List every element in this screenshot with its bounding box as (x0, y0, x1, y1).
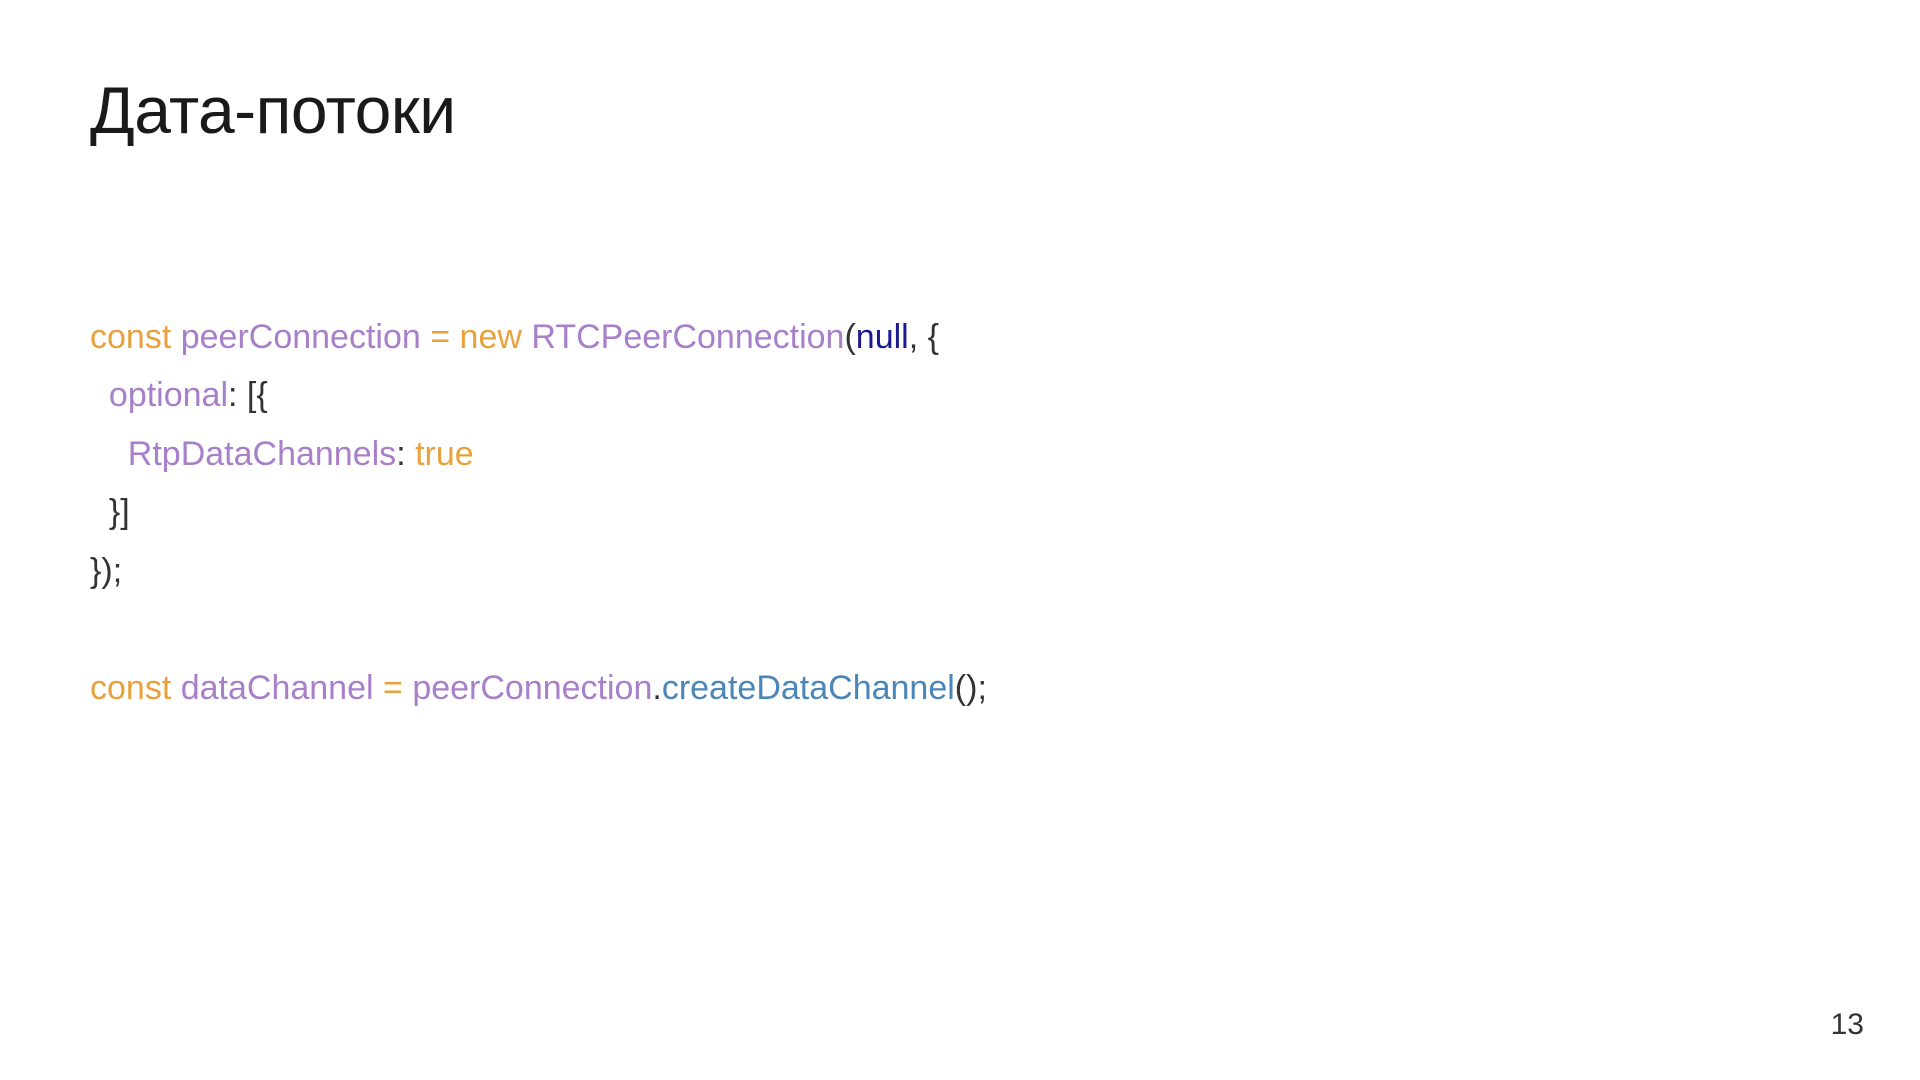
code-line-7: const dataChannel = peerConnection.creat… (90, 669, 987, 707)
token-new: new (460, 318, 522, 356)
code-line-2: optional: [{ (90, 376, 268, 414)
token-bracket: ] (120, 493, 129, 531)
token-class: RTCPeerConnection (531, 318, 844, 356)
token-method: createDataChannel (662, 669, 955, 707)
token-semi: ; (977, 669, 986, 707)
token-bracket: [ (247, 376, 256, 414)
token-variable: dataChannel (181, 669, 374, 707)
code-line-4: }] (90, 493, 130, 531)
code-line-1: const peerConnection = new RTCPeerConnec… (90, 318, 939, 356)
token-paren: ) (101, 552, 112, 590)
token-colon: : (396, 435, 405, 473)
token-const: const (90, 669, 171, 707)
token-null: null (856, 318, 909, 356)
page-number: 13 (1831, 1008, 1864, 1042)
token-const: const (90, 318, 171, 356)
token-comma: , (909, 318, 918, 356)
token-indent (90, 493, 109, 531)
code-block: const peerConnection = new RTCPeerConnec… (90, 308, 1830, 717)
slide-title: Дата-потоки (90, 72, 1830, 148)
token-brace: { (928, 318, 939, 356)
token-dot: . (652, 669, 661, 707)
token-semi: ; (113, 552, 122, 590)
token-paren: ( (955, 669, 966, 707)
code-line-5: }); (90, 552, 122, 590)
code-line-3: RtpDataChannels: true (90, 435, 474, 473)
token-equals: = (430, 318, 450, 356)
token-paren: ( (844, 318, 855, 356)
token-property: optional (109, 376, 228, 414)
token-brace: } (109, 493, 120, 531)
token-indent (90, 376, 109, 414)
token-brace: } (90, 552, 101, 590)
token-indent (90, 435, 128, 473)
token-object: peerConnection (412, 669, 652, 707)
token-brace: { (256, 376, 267, 414)
token-variable: peerConnection (181, 318, 421, 356)
token-colon: : (228, 376, 237, 414)
token-true: true (415, 435, 474, 473)
token-equals: = (383, 669, 403, 707)
token-property: RtpDataChannels (128, 435, 396, 473)
token-paren: ) (966, 669, 977, 707)
slide: Дата-потоки const peerConnection = new R… (0, 0, 1920, 1080)
